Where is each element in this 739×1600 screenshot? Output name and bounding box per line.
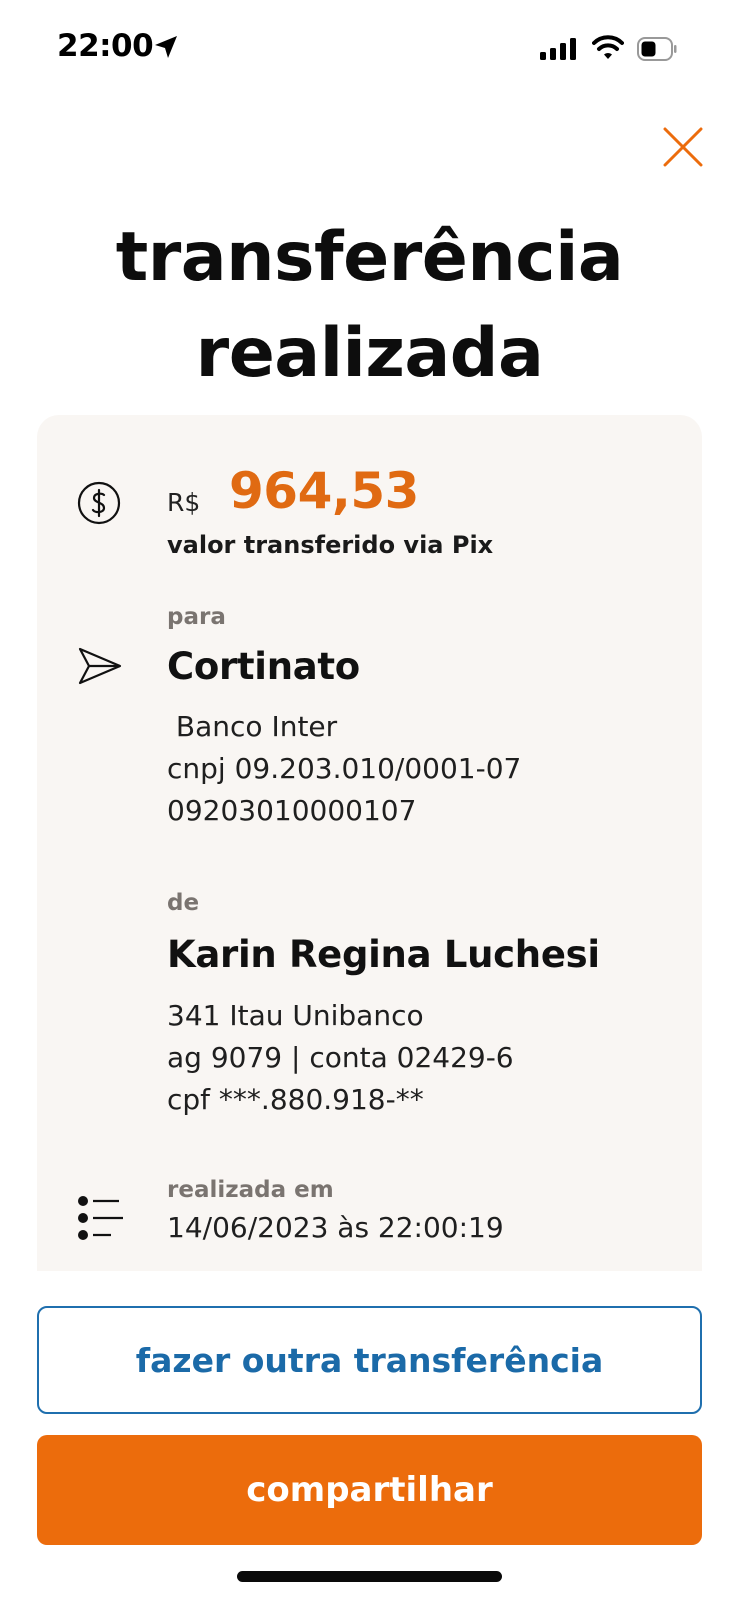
- recipient-key: 09203010000107: [167, 794, 417, 827]
- status-time: 22:00: [57, 28, 154, 64]
- list-icon: [78, 1196, 123, 1240]
- sender-account: ag 9079 | conta 02429-6: [167, 1041, 514, 1074]
- recipient-name: Cortinato: [167, 645, 360, 688]
- home-indicator[interactable]: [237, 1571, 502, 1582]
- amount-value: 964,53: [229, 462, 419, 520]
- page-title-line-1: transferência: [115, 218, 624, 297]
- cellular-signal-icon: [540, 38, 576, 60]
- recipient-label: para: [167, 604, 226, 630]
- new-transfer-button[interactable]: fazer outra transferência: [37, 1306, 702, 1414]
- status-bar: 22:00: [0, 0, 739, 100]
- date-value: 14/06/2023 às 22:00:19: [167, 1211, 504, 1244]
- close-button[interactable]: [662, 126, 704, 168]
- dollar-circle-icon: [77, 481, 121, 525]
- battery-icon: [637, 37, 677, 61]
- wifi-icon: [592, 35, 624, 59]
- recipient-document: cnpj 09.203.010/0001-07: [167, 752, 522, 785]
- share-button[interactable]: compartilhar: [37, 1435, 702, 1545]
- sender-document: cpf ***.880.918-**: [167, 1083, 424, 1116]
- send-icon: [78, 647, 122, 685]
- page-title-line-2: realizada: [195, 314, 544, 393]
- recipient-bank: Banco Inter: [167, 710, 338, 743]
- location-arrow-icon: [155, 36, 177, 58]
- sender-name: Karin Regina Luchesi: [167, 933, 600, 976]
- close-icon: [663, 127, 703, 167]
- page-title: transferência realizada: [0, 210, 739, 402]
- amount-caption: valor transferido via Pix: [167, 531, 494, 559]
- sender-label: de: [167, 890, 200, 916]
- sender-bank: 341 Itau Unibanco: [167, 999, 424, 1032]
- amount-currency: R$: [167, 488, 201, 517]
- date-label: realizada em: [167, 1177, 334, 1203]
